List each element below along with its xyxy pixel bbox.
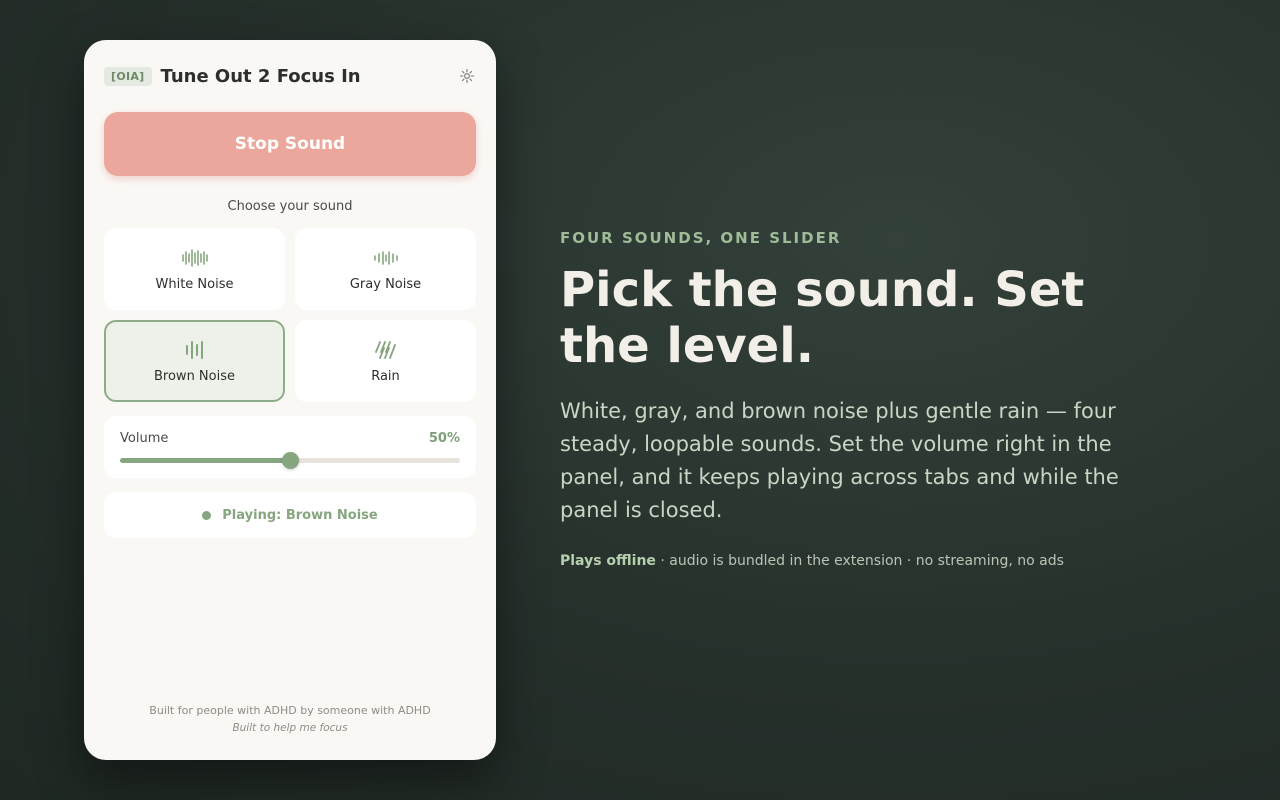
app-title: Tune Out 2 Focus In — [160, 65, 361, 87]
promo-note: Plays offline · audio is bundled in the … — [560, 553, 1180, 569]
volume-label: Volume — [120, 431, 169, 446]
playing-status: Playing: Brown Noise — [104, 492, 476, 538]
footer-credit: Built for people with ADHD by someone wi… — [149, 704, 431, 717]
promo-headline: Pick the sound. Set the level. — [560, 262, 1085, 374]
volume-section: Volume 50% — [104, 416, 476, 478]
sound-card-brown-noise[interactable]: Brown Noise — [104, 320, 285, 402]
volume-value: 50% — [428, 431, 460, 446]
promo-note-bold: Plays offline — [560, 553, 656, 569]
sound-card-label: White Noise — [155, 277, 234, 292]
panel-header: [OIA] Tune Out 2 Focus In — [104, 65, 476, 87]
sound-card-gray-noise[interactable]: Gray Noise — [295, 228, 476, 310]
waveform-icon — [181, 248, 208, 268]
extension-panel: [OIA] Tune Out 2 Focus In Stop Sound Cho… — [84, 40, 496, 760]
rain-icon — [374, 340, 397, 360]
sound-card-label: Rain — [371, 369, 400, 384]
status-text: Playing: Brown Noise — [222, 507, 378, 523]
sound-card-white-noise[interactable]: White Noise — [104, 228, 285, 310]
gear-icon[interactable] — [458, 67, 476, 85]
footer-tagline: Built to help me focus — [232, 722, 348, 734]
sound-card-rain[interactable]: Rain — [295, 320, 476, 402]
volume-slider[interactable] — [120, 452, 460, 469]
promo-description: White, gray, and brown noise plus gentle… — [560, 399, 1119, 522]
status-dot — [202, 510, 212, 520]
bars-icon — [185, 340, 205, 360]
volume-slider-thumb[interactable] — [281, 452, 299, 469]
stop-sound-button[interactable]: Stop Sound — [104, 112, 476, 176]
promo-eyebrow: FOUR SOUNDS, ONE SLIDER — [560, 229, 842, 247]
promo-note-rest: · audio is bundled in the extension · no… — [655, 553, 1064, 569]
choose-sound-label: Choose your sound — [227, 199, 353, 214]
app-badge: [OIA] — [104, 66, 152, 86]
waveform-small-icon — [373, 248, 398, 268]
volume-slider-fill — [120, 458, 290, 463]
sound-card-label: Gray Noise — [349, 277, 422, 292]
sound-card-label: Brown Noise — [154, 369, 235, 384]
